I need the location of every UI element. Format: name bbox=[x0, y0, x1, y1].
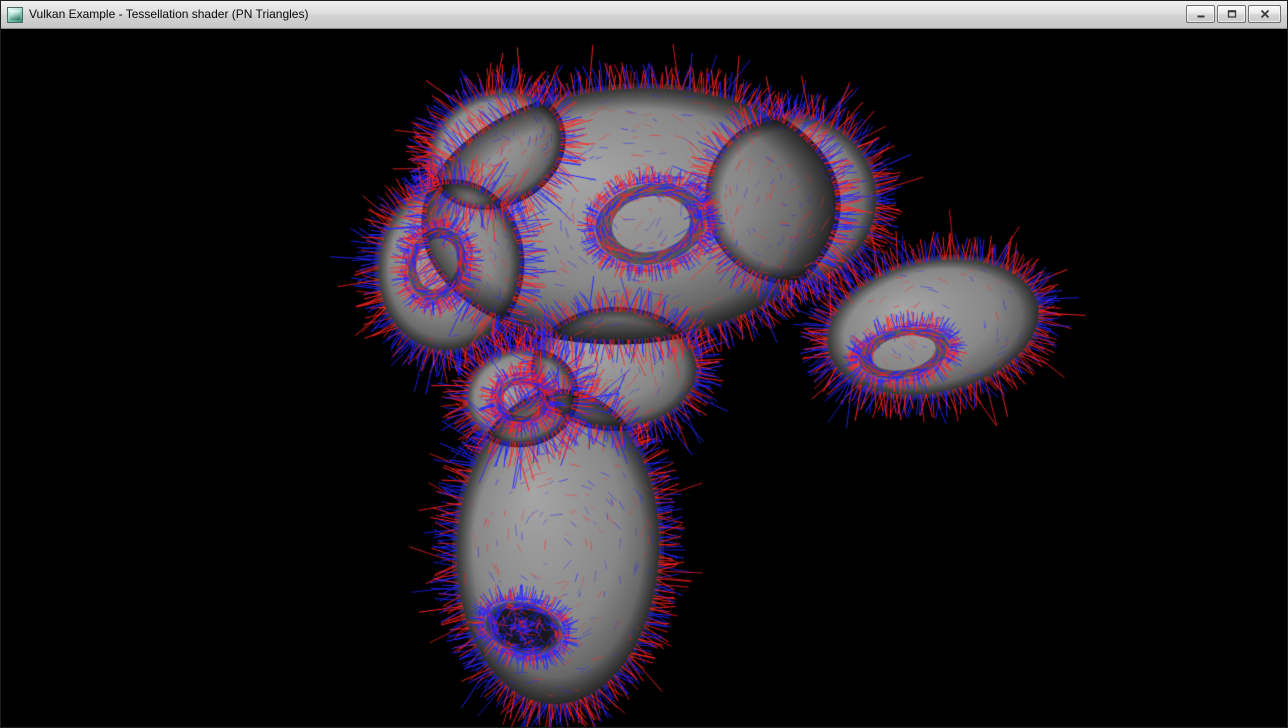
vulkan-example-app-icon bbox=[7, 7, 23, 23]
close-icon bbox=[1259, 8, 1271, 20]
minimize-button[interactable] bbox=[1186, 5, 1215, 23]
window-title: Vulkan Example - Tessellation shader (PN… bbox=[29, 1, 1281, 28]
minimize-icon bbox=[1195, 8, 1207, 20]
maximize-icon bbox=[1226, 8, 1238, 20]
title-bar[interactable]: Vulkan Example - Tessellation shader (PN… bbox=[1, 1, 1287, 29]
close-button[interactable] bbox=[1248, 5, 1281, 23]
window-controls bbox=[1186, 5, 1281, 23]
render-viewport bbox=[1, 29, 1287, 727]
render-canvas[interactable] bbox=[1, 29, 1287, 727]
app-window: Vulkan Example - Tessellation shader (PN… bbox=[0, 0, 1288, 728]
maximize-button[interactable] bbox=[1217, 5, 1246, 23]
